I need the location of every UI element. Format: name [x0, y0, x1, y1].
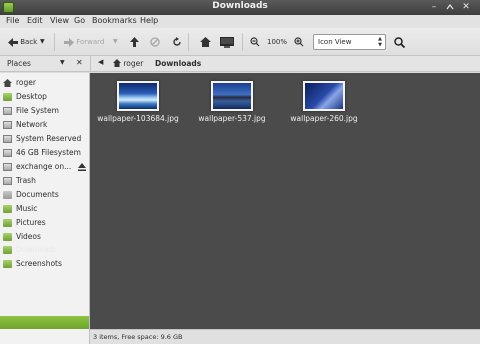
- drive-icon: [3, 107, 12, 115]
- sidebar-selection-highlight: [0, 316, 89, 329]
- close-sidebar-icon[interactable]: ✕: [76, 58, 83, 67]
- toolbar-separator: [188, 33, 189, 51]
- reload-icon: [173, 37, 181, 46]
- forward-history-button[interactable]: ▼: [113, 34, 118, 50]
- menu-go[interactable]: Go: [74, 16, 85, 25]
- home-button[interactable]: [200, 34, 211, 50]
- path-button-downloads[interactable]: Downloads: [155, 58, 201, 70]
- computer-icon: [220, 36, 234, 48]
- eject-icon[interactable]: [78, 163, 86, 171]
- image-thumbnail: [303, 81, 345, 111]
- sidebar-item-desktop[interactable]: Desktop: [3, 91, 89, 103]
- toolbar: Back ▼ Forward ▼ 100%: [0, 28, 480, 56]
- menu-bar: File Edit View Go Bookmarks Help: [0, 15, 480, 28]
- downloads-folder-icon: [3, 246, 12, 254]
- path-roger-label: roger: [123, 59, 144, 68]
- image-thumbnail: [117, 81, 159, 111]
- trash-icon: [3, 177, 12, 185]
- forward-button[interactable]: Forward: [64, 34, 104, 50]
- home-icon: [200, 37, 211, 47]
- updown-icon: ▲ ▼: [378, 36, 382, 48]
- places-label: Places: [7, 59, 31, 68]
- sidebar: roger Desktop File System Network System…: [0, 73, 90, 344]
- places-header: Places ▼ ✕: [0, 56, 90, 72]
- forward-arrow-icon: [64, 37, 74, 47]
- reload-button[interactable]: [172, 34, 182, 50]
- window-title: Downloads: [212, 1, 268, 11]
- file-item[interactable]: wallpaper-537.jpg: [190, 73, 274, 123]
- back-arrow-icon: [8, 37, 18, 47]
- desktop-folder-icon: [3, 93, 12, 101]
- music-folder-icon: [3, 205, 12, 213]
- menu-edit[interactable]: Edit: [27, 16, 43, 25]
- videos-folder-icon: [3, 233, 12, 241]
- maximize-icon: [446, 4, 454, 10]
- home-icon: [113, 59, 121, 67]
- zoom-in-icon: [294, 37, 304, 47]
- status-bar: 3 items, Free space: 9.6 GB: [90, 329, 480, 344]
- title-bar: Downloads – ✕: [0, 0, 480, 15]
- sidebar-item-roger[interactable]: roger: [3, 77, 89, 89]
- file-item[interactable]: wallpaper-103684.jpg: [96, 73, 180, 123]
- folder-icon: [3, 191, 12, 199]
- path-bar: ◀ roger Downloads: [90, 56, 480, 72]
- zoom-in-button[interactable]: [294, 34, 304, 50]
- network-share-icon: [3, 163, 12, 171]
- back-button[interactable]: Back: [8, 34, 37, 50]
- sidebar-item-pictures[interactable]: Pictures: [3, 217, 89, 229]
- stop-button[interactable]: [150, 34, 160, 50]
- screenshots-folder-icon: [3, 260, 12, 268]
- back-history-button[interactable]: ▼: [40, 34, 45, 50]
- up-button[interactable]: [130, 34, 139, 50]
- forward-label: Forward: [76, 38, 105, 46]
- places-dropdown-icon[interactable]: ▼: [60, 59, 65, 66]
- sidebar-item-network[interactable]: Network: [3, 119, 89, 131]
- path-scroll-left-icon[interactable]: ◀: [98, 58, 103, 66]
- sidebar-item-exchange[interactable]: exchange on...: [3, 161, 89, 173]
- sidebar-item-46gb-filesystem[interactable]: 46 GB Filesystem: [3, 147, 89, 159]
- menu-view[interactable]: View: [50, 16, 69, 25]
- drive-icon: [3, 149, 12, 157]
- search-button[interactable]: [394, 34, 405, 50]
- sidebar-item-music[interactable]: Music: [3, 203, 89, 215]
- sidebar-item-downloads[interactable]: Downloads: [3, 244, 89, 256]
- file-item[interactable]: wallpaper-260.jpg: [282, 73, 366, 123]
- image-thumbnail: [211, 81, 253, 111]
- zoom-out-button[interactable]: [250, 34, 260, 50]
- sidebar-item-trash[interactable]: Trash: [3, 175, 89, 187]
- network-icon: [3, 121, 12, 129]
- file-name: wallpaper-537.jpg: [198, 114, 266, 123]
- stop-icon: [150, 37, 160, 47]
- menu-file[interactable]: File: [6, 16, 19, 25]
- sidebar-item-file-system[interactable]: File System: [3, 105, 89, 117]
- toolbar-separator: [242, 33, 243, 51]
- computer-button[interactable]: [220, 34, 234, 50]
- sidebar-item-system-reserved[interactable]: System Reserved: [3, 133, 89, 145]
- menu-bookmarks[interactable]: Bookmarks: [92, 16, 137, 25]
- zoom-out-icon: [250, 37, 260, 47]
- close-window-button[interactable]: ✕: [460, 1, 472, 13]
- home-icon: [3, 79, 12, 87]
- pictures-folder-icon: [3, 219, 12, 227]
- file-view[interactable]: wallpaper-103684.jpg wallpaper-537.jpg w…: [90, 73, 480, 329]
- menu-help[interactable]: Help: [140, 16, 158, 25]
- path-button-roger[interactable]: roger: [113, 58, 143, 70]
- back-label: Back: [20, 38, 38, 46]
- zoom-level: 100%: [267, 38, 288, 46]
- view-mode-select[interactable]: Icon View ▲ ▼: [313, 34, 386, 50]
- search-icon: [394, 36, 405, 48]
- minimize-button[interactable]: –: [428, 1, 440, 13]
- sidebar-item-screenshots[interactable]: Screenshots: [3, 258, 89, 270]
- view-mode-value: Icon View: [318, 38, 352, 46]
- file-name: wallpaper-103684.jpg: [97, 114, 179, 123]
- file-name: wallpaper-260.jpg: [290, 114, 358, 123]
- file-manager-window: Downloads – ✕ File Edit View Go Bookmark…: [0, 0, 480, 344]
- toolbar-separator: [54, 33, 55, 51]
- maximize-button[interactable]: [444, 1, 456, 13]
- sidebar-item-documents[interactable]: Documents: [3, 189, 89, 201]
- up-arrow-icon: [130, 37, 139, 47]
- drive-icon: [3, 135, 12, 143]
- sidebar-item-videos[interactable]: Videos: [3, 231, 89, 243]
